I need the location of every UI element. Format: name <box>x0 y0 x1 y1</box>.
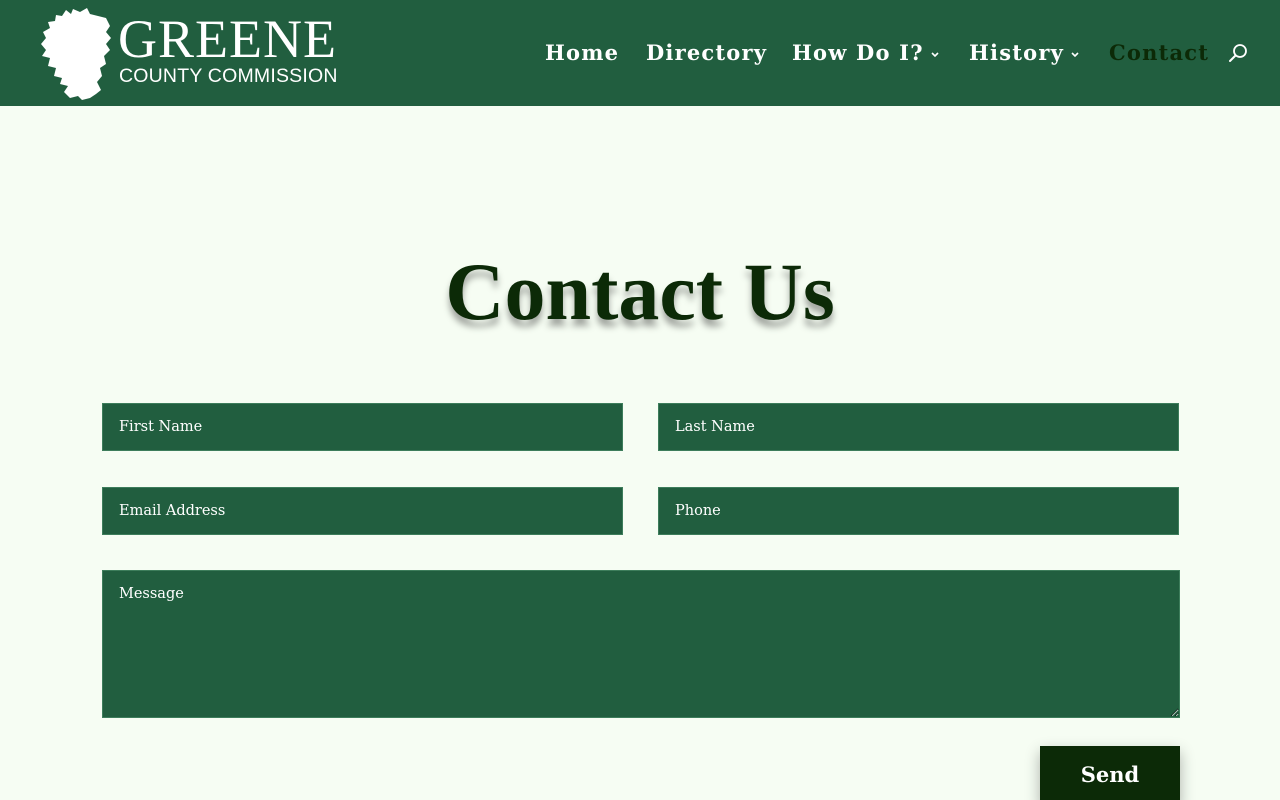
chevron-down-icon <box>931 51 939 57</box>
nav-item-how-do-i[interactable]: How Do I? <box>792 37 940 69</box>
last-name-input[interactable] <box>658 403 1179 451</box>
nav-item-history[interactable]: History <box>969 37 1080 69</box>
search-button[interactable] <box>1226 42 1250 66</box>
page-title: Contact Us <box>445 246 835 337</box>
message-textarea[interactable] <box>102 570 1180 718</box>
nav-item-contact[interactable]: Contact <box>1109 37 1209 69</box>
send-button[interactable]: Send <box>1040 746 1180 800</box>
nav-item-label: How Do I? <box>792 40 924 65</box>
main-nav: Home Directory How Do I? History Contact <box>0 37 1280 69</box>
logo-subtitle: COUNTY COMMISSION <box>119 65 338 87</box>
chevron-down-icon <box>1071 51 1079 57</box>
first-name-input[interactable] <box>102 403 623 451</box>
email-input[interactable] <box>102 487 623 535</box>
nav-item-label: History <box>969 40 1065 65</box>
search-icon <box>1229 44 1247 62</box>
nav-item-home[interactable]: Home <box>545 37 619 69</box>
nav-item-label: Contact <box>1109 40 1210 65</box>
site-header: GREENE COUNTY COMMISSION Home Directory … <box>0 0 1280 106</box>
phone-input[interactable] <box>658 487 1179 535</box>
nav-item-label: Directory <box>646 40 768 65</box>
nav-item-label: Home <box>545 40 620 65</box>
nav-item-directory[interactable]: Directory <box>646 37 767 69</box>
